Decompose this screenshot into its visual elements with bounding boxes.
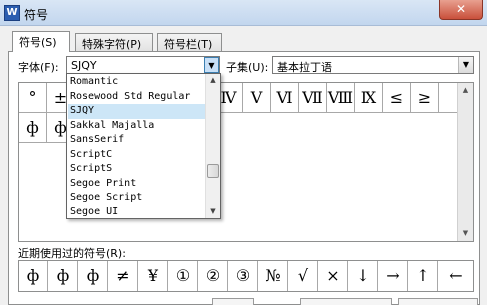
subset-select-value: 基本拉丁语 [277, 61, 332, 74]
recent-symbol[interactable]: № [259, 261, 288, 291]
bottom-field[interactable] [212, 298, 254, 305]
recent-symbol[interactable]: ② [199, 261, 228, 291]
scroll-down-icon[interactable]: ▼ [458, 226, 473, 241]
symbol-cell[interactable]: Ⅶ [299, 83, 327, 113]
recent-symbol[interactable]: ≠ [109, 261, 138, 291]
recent-symbol[interactable]: ↑ [409, 261, 438, 291]
symbol-cell[interactable]: ≥ [411, 83, 439, 113]
font-option[interactable]: Segoe Print [68, 177, 205, 192]
font-label: 字体(F): [18, 61, 59, 74]
font-select-value: SJQY [71, 59, 97, 72]
dropdown-scrollbar[interactable]: ▲ ▼ [205, 74, 220, 218]
font-option[interactable]: Segoe Script [68, 191, 205, 206]
font-select[interactable]: SJQY ▼ [66, 56, 220, 74]
symbol-cell[interactable]: Ⅷ [327, 83, 355, 113]
tab-special-characters[interactable]: 特殊字符(P) [75, 33, 153, 51]
recent-symbol[interactable]: ¥ [139, 261, 168, 291]
bottom-button[interactable] [300, 298, 392, 305]
font-option[interactable]: Segoe UI [68, 205, 205, 220]
scroll-up-icon[interactable]: ▲ [206, 74, 220, 87]
close-button[interactable]: ✕ [439, 0, 483, 20]
subset-select[interactable]: 基本拉丁语 ▼ [272, 56, 474, 74]
font-option[interactable]: ScriptC [68, 148, 205, 163]
grid-scrollbar[interactable]: ▲ ▼ [457, 83, 473, 241]
bottom-button[interactable] [398, 298, 478, 305]
recent-symbol[interactable]: ③ [229, 261, 258, 291]
app-icon: W [4, 5, 20, 21]
recent-symbols-row: ф ф ф ≠ ¥ ① ② ③ № √ × ↓ → ↑ ← [18, 260, 474, 292]
tab-symbol-bar[interactable]: 符号栏(T) [157, 33, 222, 51]
recent-symbol[interactable]: ф [49, 261, 78, 291]
recent-symbol[interactable]: ← [439, 261, 473, 291]
font-option-selected[interactable]: SJQY [68, 104, 205, 119]
font-option[interactable]: SansSerif [68, 133, 205, 148]
title-bar: W 符号 ✕ [0, 0, 487, 26]
symbol-cell[interactable]: ° [19, 83, 47, 113]
font-option[interactable]: ScriptS [68, 162, 205, 177]
recent-symbol[interactable]: ф [19, 261, 48, 291]
window-title: 符号 [24, 8, 49, 22]
symbol-cell[interactable]: ф [19, 113, 47, 143]
recent-symbol[interactable]: ① [169, 261, 198, 291]
font-option[interactable]: Romantic [68, 75, 205, 90]
recent-symbols-label: 近期使用过的符号(R): [18, 247, 126, 260]
recent-symbol[interactable]: ф [79, 261, 108, 291]
symbol-cell[interactable]: Ⅴ [243, 83, 271, 113]
recent-symbol[interactable]: × [319, 261, 348, 291]
scroll-down-icon[interactable]: ▼ [206, 205, 220, 218]
font-option[interactable]: Sakkal Majalla [68, 119, 205, 134]
recent-symbol[interactable]: √ [289, 261, 318, 291]
symbol-cell[interactable]: Ⅵ [271, 83, 299, 113]
font-option[interactable]: Rosewood Std Regular [68, 90, 205, 105]
scroll-up-icon[interactable]: ▲ [458, 83, 473, 98]
symbol-cell[interactable] [439, 83, 458, 113]
tab-symbols[interactable]: 符号(S) [12, 31, 70, 52]
chevron-down-icon[interactable]: ▼ [458, 57, 473, 73]
symbol-cell[interactable]: Ⅸ [355, 83, 383, 113]
font-dropdown-list: Romantic Rosewood Std Regular SJQY Sakka… [66, 73, 221, 219]
chevron-down-icon[interactable]: ▼ [204, 57, 219, 73]
scroll-thumb[interactable] [207, 164, 219, 178]
recent-symbol[interactable]: → [379, 261, 408, 291]
recent-symbol[interactable]: ↓ [349, 261, 378, 291]
subset-label: 子集(U): [226, 61, 269, 74]
symbol-cell[interactable]: ≤ [383, 83, 411, 113]
